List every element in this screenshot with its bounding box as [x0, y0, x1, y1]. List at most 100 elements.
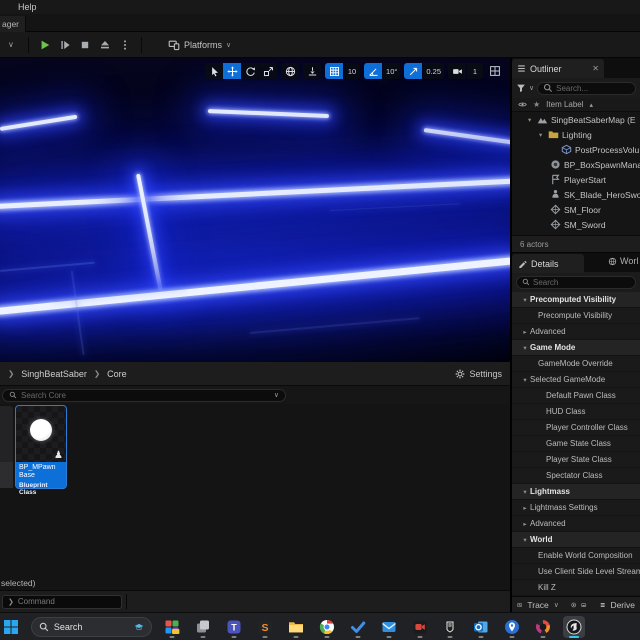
content-browser-settings-button[interactable]: Settings: [455, 369, 502, 379]
details-row-kill-z[interactable]: Kill Z: [512, 580, 640, 596]
close-icon[interactable]: ✕: [592, 64, 599, 73]
expand-arrow-icon[interactable]: ▸: [520, 504, 530, 512]
eject-button[interactable]: [95, 35, 115, 55]
taskbar-icon-epic-games[interactable]: [440, 616, 462, 638]
tab-outliner[interactable]: Outliner ✕: [512, 59, 604, 78]
details-row-selected-gamemode[interactable]: ▾ Selected GameMode: [512, 372, 640, 388]
taskbar-search-box[interactable]: Search: [30, 616, 153, 637]
expand-arrow-icon[interactable]: ▾: [520, 488, 530, 496]
breadcrumb-folder[interactable]: SinghBeatSaber: [21, 369, 87, 379]
rotation-snap-value[interactable]: 10°: [383, 63, 401, 79]
item-label-column[interactable]: Item Label: [546, 100, 583, 109]
rotation-snap-toggle[interactable]: [364, 63, 383, 79]
expand-arrow-icon[interactable]: ▸: [520, 520, 530, 528]
select-tool-button[interactable]: [205, 63, 223, 79]
outliner-row-sm-floor[interactable]: SM_Floor: [512, 202, 640, 217]
details-row-advanced[interactable]: ▸ Advanced: [512, 324, 640, 340]
details-row-player-controller-class[interactable]: Player Controller Class: [512, 420, 640, 436]
details-category-lightmass[interactable]: ▾ Lightmass: [512, 484, 640, 500]
details-row-default-pawn-class[interactable]: Default Pawn Class: [512, 388, 640, 404]
details-row-gamemode-override[interactable]: GameMode Override: [512, 356, 640, 372]
taskbar-icon-office-hub[interactable]: [161, 616, 183, 638]
chevron-down-icon[interactable]: ∨: [529, 84, 534, 92]
details-row-enable-world-composition[interactable]: Enable World Composition: [512, 548, 640, 564]
expand-arrow-icon[interactable]: ▾: [520, 536, 530, 544]
outliner-row-bp-boxspawnmana[interactable]: BP_BoxSpawnMana: [512, 157, 640, 172]
level-viewport[interactable]: 10 10° 0.25 1: [0, 58, 510, 362]
details-row-player-state-class[interactable]: Player State Class: [512, 452, 640, 468]
taskbar-icon-screen-recorder[interactable]: [409, 616, 431, 638]
frame-skip-button[interactable]: [55, 35, 75, 55]
taskbar-icon-pin-app[interactable]: [501, 616, 523, 638]
outliner-row-sm-sword[interactable]: SM_Sword: [512, 217, 640, 232]
chevron-down-icon[interactable]: ∨: [274, 391, 279, 399]
console-command-input[interactable]: ❯ Command: [2, 594, 122, 609]
outliner-search-input[interactable]: Search...: [537, 81, 636, 95]
details-row-hud-class[interactable]: HUD Class: [512, 404, 640, 420]
scale-tool-button[interactable]: [259, 63, 277, 79]
viewport-layout-button[interactable]: [487, 63, 503, 79]
outliner-row-sk-blade-heroswo[interactable]: SK_Blade_HeroSwo: [512, 187, 640, 202]
derived-data-label[interactable]: Derive: [610, 600, 635, 610]
platforms-dropdown[interactable]: Platforms ∨: [162, 39, 237, 51]
derived-data-icon[interactable]: [600, 600, 605, 610]
play-options-button[interactable]: [115, 35, 135, 55]
play-button[interactable]: [35, 35, 55, 55]
details-row-spectator-class[interactable]: Spectator Class: [512, 468, 640, 484]
taskbar-icon-chrome[interactable]: [316, 616, 338, 638]
move-tool-button[interactable]: [223, 63, 242, 79]
image-folder-icon[interactable]: [581, 600, 587, 610]
scale-snap-toggle[interactable]: [404, 63, 423, 79]
chevron-down-icon[interactable]: ∨: [554, 601, 559, 609]
taskbar-icon-s-app[interactable]: S: [254, 616, 276, 638]
taskbar-icon-teams[interactable]: T: [223, 616, 245, 638]
outliner-row-playerstart[interactable]: PlayerStart: [512, 172, 640, 187]
help-menu[interactable]: Help: [18, 2, 37, 12]
taskbar-icon-outlook[interactable]: [470, 616, 492, 638]
surface-snapping-button[interactable]: [303, 63, 322, 79]
expand-arrow-icon[interactable]: ▾: [520, 296, 530, 304]
asset-tile-bp-mpawn-base[interactable]: ♟ BP_MPawn Base Blueprint Class: [15, 405, 67, 496]
rotate-tool-button[interactable]: [241, 63, 259, 79]
trace-label[interactable]: Trace: [527, 600, 548, 610]
expand-arrow-icon[interactable]: ▾: [520, 376, 530, 384]
breadcrumb-folder-current[interactable]: Core: [107, 369, 127, 379]
grid-snap-toggle[interactable]: [325, 63, 344, 79]
outliner-row-postprocessvolu[interactable]: PostProcessVolu: [512, 142, 640, 157]
trace-icon[interactable]: [517, 600, 523, 610]
asset-editor-tab[interactable]: ager: [0, 16, 27, 32]
expand-arrow-icon[interactable]: ▾: [528, 116, 537, 124]
expand-arrow-icon[interactable]: ▸: [520, 328, 530, 336]
outliner-row-lighting[interactable]: ▾ Lighting: [512, 127, 640, 142]
filter-icon[interactable]: [516, 83, 526, 93]
taskbar-icon-file-explorer[interactable]: [285, 616, 307, 638]
taskbar-icon-jetbrains-app[interactable]: [532, 616, 554, 638]
stop-button[interactable]: [75, 35, 95, 55]
asset-search-input[interactable]: Search Core ∨: [2, 388, 286, 402]
expand-arrow-icon[interactable]: ▾: [520, 344, 530, 352]
details-search-input[interactable]: Search: [516, 275, 636, 289]
camera-speed-button[interactable]: [448, 63, 466, 79]
taskbar-icon-unreal-editor[interactable]: [563, 615, 586, 638]
details-row-game-state-class[interactable]: Game State Class: [512, 436, 640, 452]
windows-start-button[interactable]: [0, 616, 22, 638]
taskbar-icon-mail[interactable]: [378, 616, 400, 638]
expand-arrow-icon[interactable]: ▾: [539, 131, 548, 139]
asset-tile-partial[interactable]: [0, 406, 13, 488]
details-row-lightmass-settings[interactable]: ▸ Lightmass Settings: [512, 500, 640, 516]
scale-snap-value[interactable]: 0.25: [423, 63, 444, 79]
coordinate-space-toggle[interactable]: [281, 63, 300, 79]
taskbar-icon-task-view[interactable]: [192, 616, 214, 638]
screenshot-icon[interactable]: [571, 600, 577, 610]
details-category-world[interactable]: ▾ World: [512, 532, 640, 548]
outliner-row-singbeatsabermap-e[interactable]: ▾ SingBeatSaberMap (E: [512, 112, 640, 127]
details-category-precomputed-visibility[interactable]: ▾ Precomputed Visibility: [512, 292, 640, 308]
details-category-game-mode[interactable]: ▾ Game Mode: [512, 340, 640, 356]
grid-snap-value[interactable]: 10: [344, 63, 361, 79]
details-row-use-client-side-level-streaming-volum[interactable]: Use Client Side Level Streaming Volum: [512, 564, 640, 580]
taskbar-icon-todo[interactable]: [347, 616, 369, 638]
details-row-advanced[interactable]: ▸ Advanced: [512, 516, 640, 532]
chevron-down-icon[interactable]: ∨: [8, 40, 22, 49]
camera-speed-value[interactable]: 1: [467, 63, 483, 79]
details-row-precompute-visibility[interactable]: Precompute Visibility: [512, 308, 640, 324]
